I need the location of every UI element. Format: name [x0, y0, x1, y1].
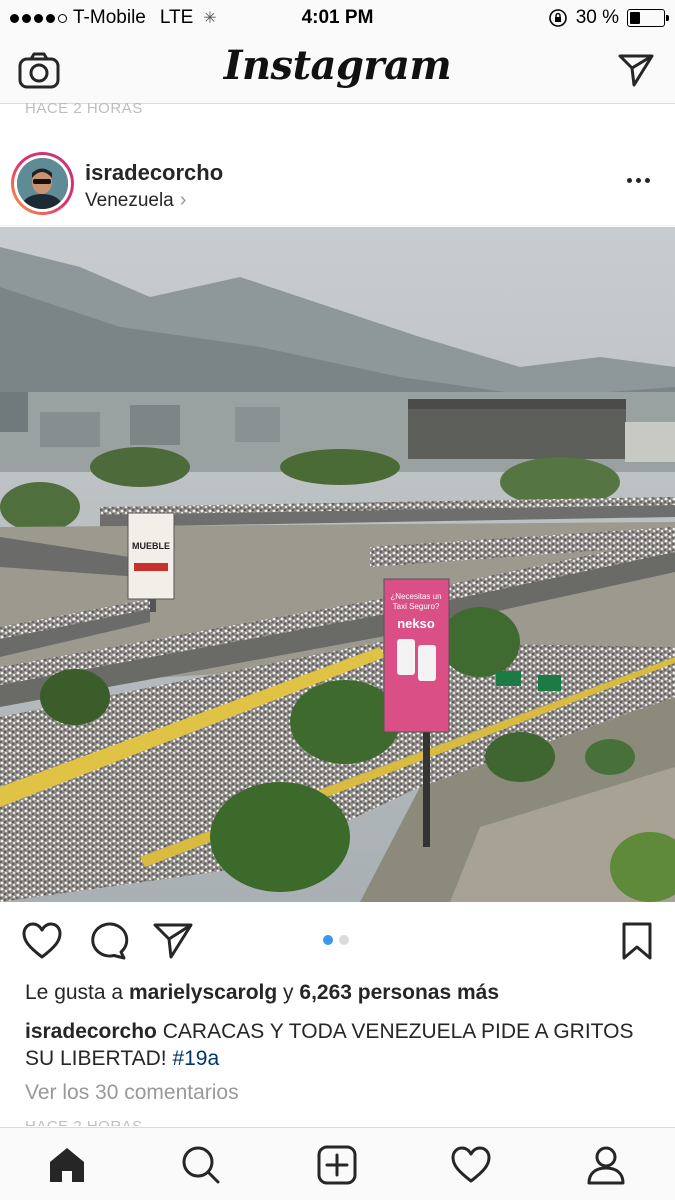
search-icon[interactable] — [180, 1144, 222, 1186]
battery-percent: 30 % — [575, 7, 619, 28]
heart-icon[interactable] — [21, 920, 63, 962]
add-post-icon[interactable] — [316, 1144, 358, 1186]
protest-crowd-photo: MUEBLE ¿Necesitas un Taxi Seguro? nekso — [0, 227, 675, 902]
post-action-bar — [0, 915, 675, 969]
carousel-dot — [323, 935, 333, 945]
post-username[interactable]: isradecorcho — [85, 160, 223, 186]
post-header: isradecorcho Venezuela › — [0, 140, 675, 226]
view-comments-link[interactable]: Ver los 30 comentarios — [25, 1081, 239, 1105]
carousel-indicator — [323, 935, 349, 945]
avatar-story-ring[interactable] — [11, 152, 74, 215]
billboard-right-brand: nekso — [397, 616, 435, 631]
bookmark-icon[interactable] — [617, 920, 659, 962]
chevron-right-icon: › — [179, 189, 187, 211]
carousel-dot — [339, 935, 349, 945]
likes-others-link[interactable]: 6,263 personas más — [299, 981, 499, 1004]
bottom-tab-bar — [0, 1127, 675, 1200]
location-label: Venezuela — [85, 189, 174, 211]
top-nav: Instagram — [0, 36, 675, 104]
comment-icon[interactable] — [87, 920, 129, 962]
status-bar: T-Mobile LTE ✳ 4:01 PM 30 % — [0, 0, 675, 36]
direct-message-icon[interactable] — [617, 52, 655, 88]
post-timestamp: HACE 2 HORAS — [25, 1118, 143, 1126]
likes-summary: Le gusta a marielyscarolg y 6,263 person… — [25, 981, 499, 1005]
caption-username[interactable]: isradecorcho — [25, 1020, 157, 1043]
home-icon[interactable] — [46, 1144, 88, 1186]
billboard-left-text: MUEBLE — [132, 541, 170, 551]
post-caption: isradecorcho CARACAS Y TODA VENEZUELA PI… — [25, 1018, 650, 1072]
likes-connector: y — [283, 981, 294, 1004]
billboard-right-line2: Taxi Seguro? — [393, 602, 440, 611]
share-icon[interactable] — [152, 920, 194, 962]
post-location[interactable]: Venezuela › — [85, 189, 186, 212]
more-options-icon[interactable] — [627, 178, 650, 183]
billboard-right-line1: ¿Necesitas un — [390, 592, 441, 601]
likes-prefix: Le gusta a — [25, 981, 124, 1004]
orientation-lock-icon — [548, 9, 567, 27]
battery-icon — [627, 9, 669, 27]
caption-hashtag[interactable]: #19a — [172, 1047, 219, 1070]
profile-icon[interactable] — [585, 1144, 627, 1186]
activity-heart-icon[interactable] — [450, 1144, 492, 1186]
instagram-logo: Instagram — [223, 42, 452, 89]
previous-post-timestamp: HACE 2 HORAS — [25, 100, 143, 117]
post-photo[interactable]: MUEBLE ¿Necesitas un Taxi Seguro? nekso — [0, 227, 675, 902]
avatar — [17, 158, 68, 209]
likes-user-link[interactable]: marielyscarolg — [129, 981, 277, 1004]
